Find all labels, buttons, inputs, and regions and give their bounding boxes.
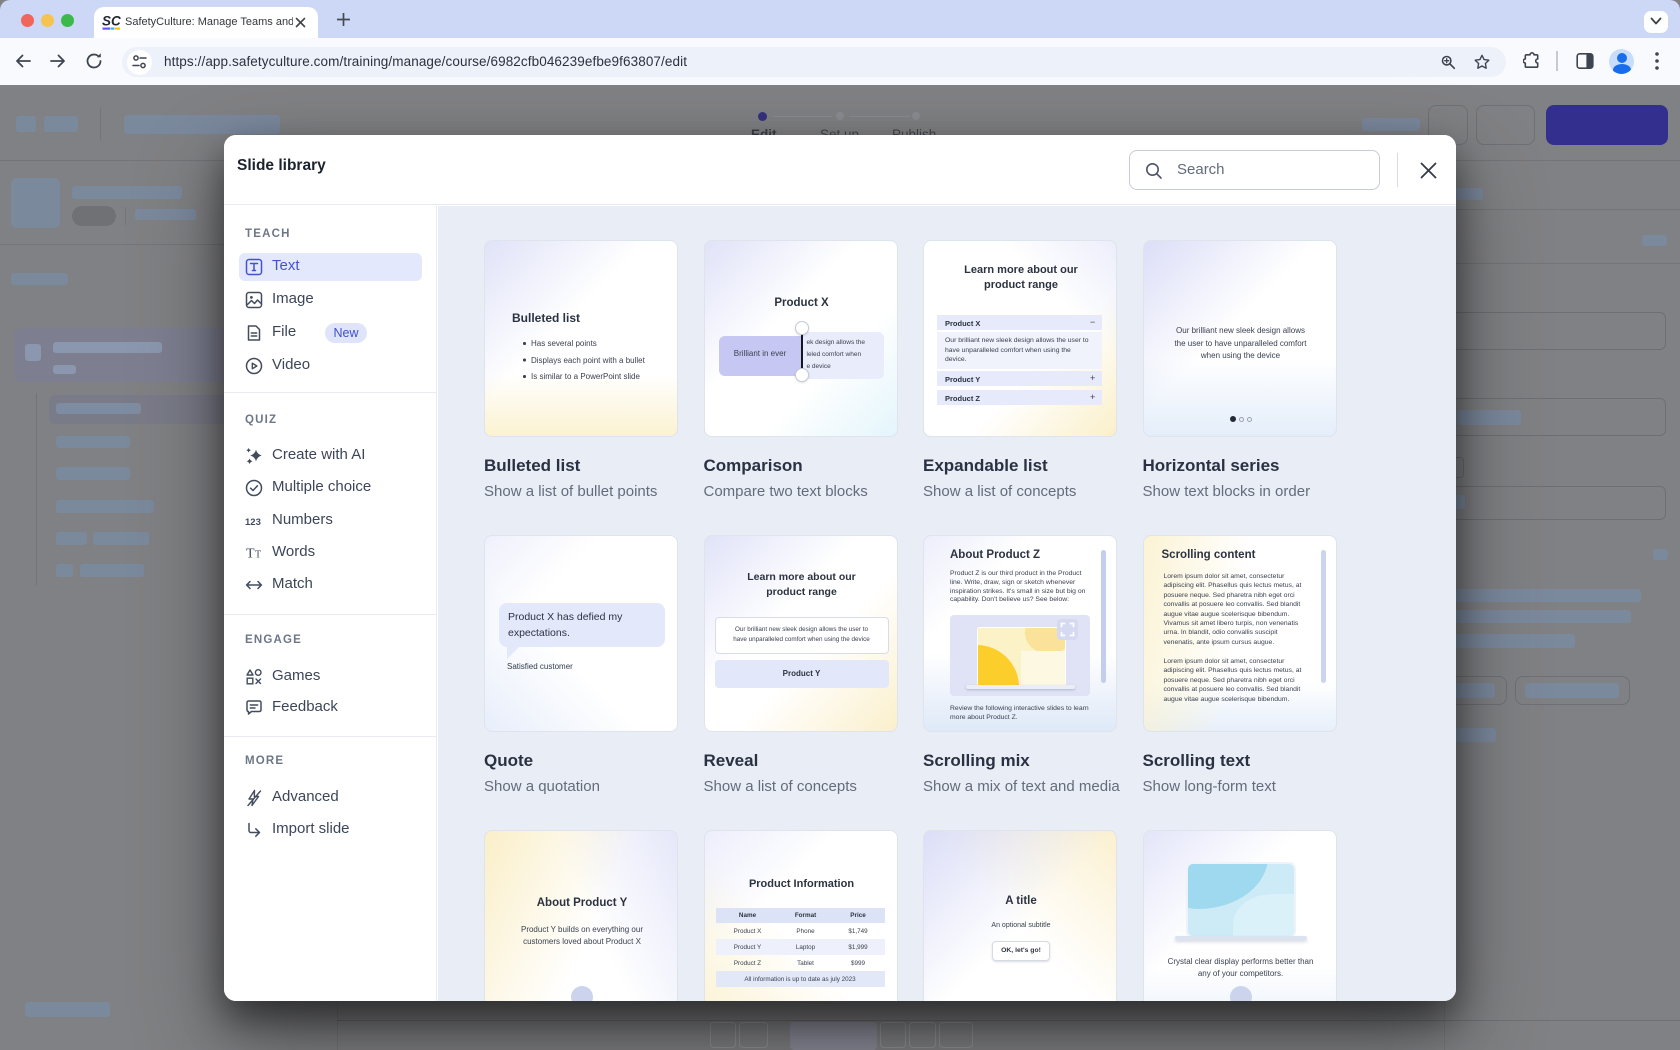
svg-text:T: T <box>246 547 255 562</box>
svg-text:123: 123 <box>245 517 261 528</box>
svg-text:SC: SC <box>102 14 121 29</box>
svg-text:T: T <box>255 550 261 561</box>
